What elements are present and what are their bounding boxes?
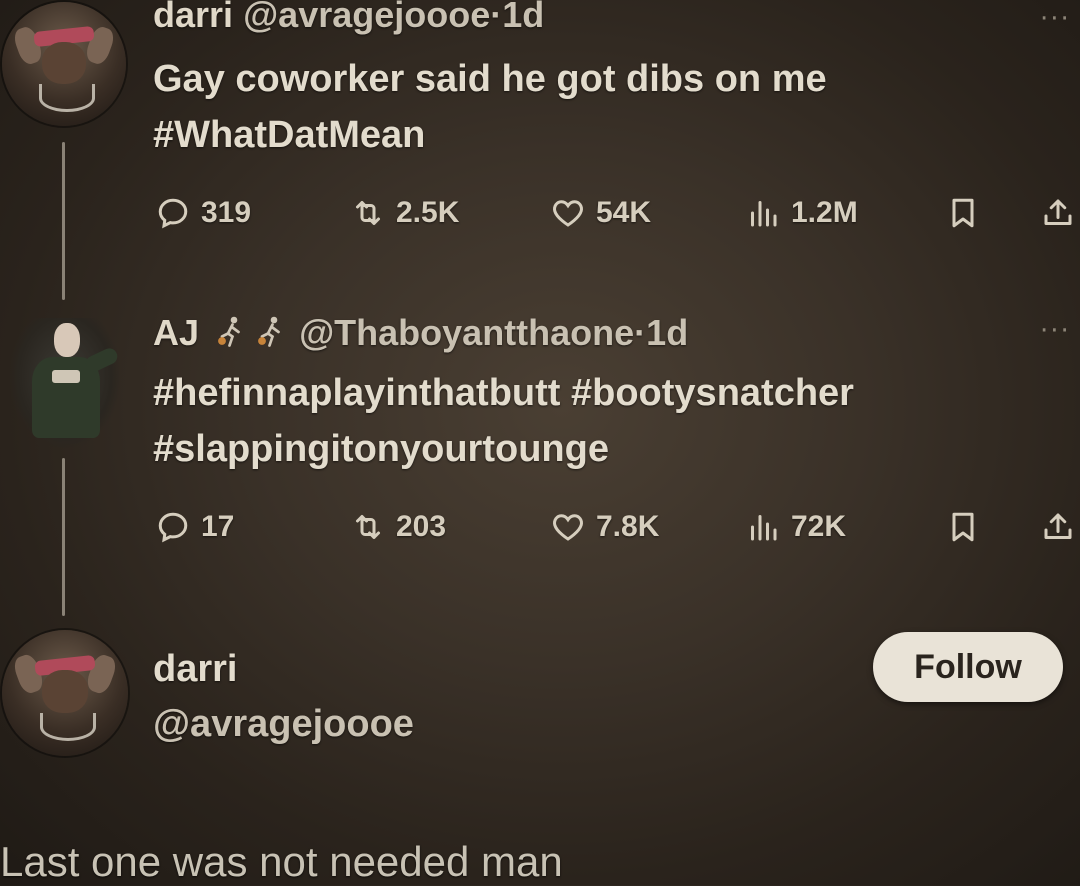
reply-button[interactable]: 17 [155,507,234,547]
reply-icon [158,198,188,229]
reply-button[interactable]: 319 [155,193,251,233]
bookmark-icon [952,512,974,542]
reply-count: 319 [201,196,252,229]
repost-count: 203 [396,510,447,543]
tweet-2-actions: 17 203 7.8K 72K [155,507,1080,547]
like-count: 54K [596,196,652,229]
thread-line-2 [62,458,65,616]
profile-display-name[interactable]: darri [153,648,237,691]
repost-button[interactable]: 203 [350,507,446,547]
avatar[interactable] [2,2,126,126]
basketball-player-emoji-icon [258,317,280,348]
timestamp[interactable]: 1d [502,0,544,35]
share-button[interactable] [1040,507,1076,547]
views-count: 72K [791,510,847,543]
like-button[interactable]: 54K [550,193,651,233]
more-options-icon[interactable]: ··· [1040,316,1071,346]
share-icon [1044,199,1072,225]
repost-button[interactable]: 2.5K [350,193,459,233]
profile-handle[interactable]: @avragejoooe [153,703,414,746]
views-button[interactable]: 72K [745,507,846,547]
reply-count: 17 [201,510,235,543]
tweet-1-header: darri @avragejoooe·1d [153,0,544,36]
bookmark-button[interactable] [945,507,981,547]
separator: · [634,312,647,353]
tweet-2-header: AJ @Thaboyantthaone·1d [153,312,688,354]
like-count: 7.8K [596,510,660,543]
basketball-player-emoji-icon [218,317,240,348]
views-chart-icon [751,201,777,227]
hashtag-line-1[interactable]: #hefinnaplayinthatbutt #bootysnatcher [153,372,854,415]
tweet-1-text-line-1: Gay coworker said he got dibs on me [153,58,827,100]
more-options-icon[interactable]: ··· [1040,4,1071,34]
repost-icon [356,515,380,539]
timestamp[interactable]: 1d [646,312,688,353]
repost-count: 2.5K [396,196,460,229]
handle[interactable]: @Thaboyantthaone [299,312,634,353]
share-button[interactable] [1040,193,1076,233]
reply-icon [158,512,188,543]
bookmark-button[interactable] [945,193,981,233]
caption-text: Last one was not needed man [0,838,563,885]
avatar[interactable] [10,318,120,448]
display-name[interactable]: darri [153,0,233,35]
hashtag-link[interactable]: #WhatDatMean [153,114,425,157]
handle[interactable]: @avragejoooe [243,0,490,35]
heart-icon [553,200,583,227]
heart-icon [553,514,583,541]
display-name[interactable]: AJ [153,312,199,353]
views-count: 1.2M [791,196,858,229]
views-button[interactable]: 1.2M [745,193,858,233]
repost-icon [356,201,380,225]
share-icon [1044,513,1072,539]
tweet-1-actions: 319 2.5K 54K 1.2M [155,193,1080,233]
profile-avatar[interactable] [2,630,128,756]
thread-line-1 [62,142,65,300]
separator: · [490,0,503,35]
follow-button[interactable]: Follow [873,632,1063,702]
views-chart-icon [751,515,777,541]
bookmark-icon [952,198,974,228]
like-button[interactable]: 7.8K [550,507,659,547]
hashtag-line-2[interactable]: #slappingitonyourtounge [153,428,609,471]
